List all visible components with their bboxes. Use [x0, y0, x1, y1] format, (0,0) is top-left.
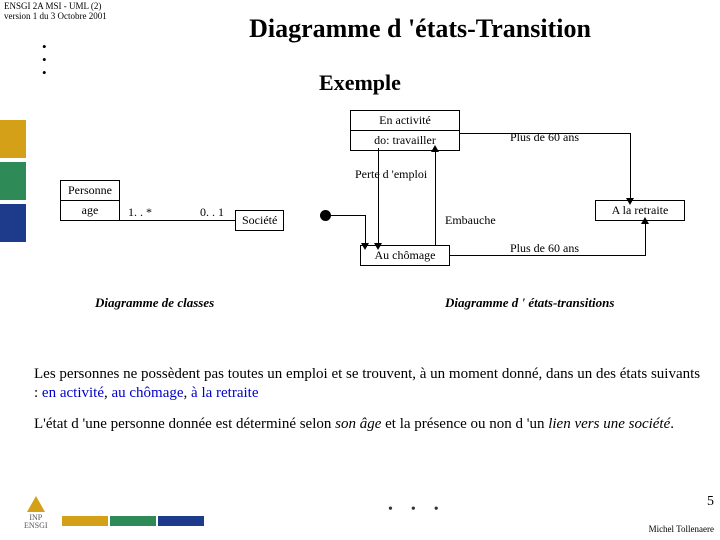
init-line-h — [331, 215, 366, 216]
author-name: Michel Tollenaere — [649, 524, 714, 534]
bar-gold — [0, 120, 26, 158]
p2-d: lien vers une société — [548, 416, 670, 432]
p1-e: , — [184, 385, 192, 401]
class-societe: Société — [235, 210, 284, 231]
label-perte: Perte d 'emploi — [355, 167, 427, 182]
mult-left: 1. . * — [128, 205, 152, 220]
bar-green — [0, 162, 26, 200]
diagram-area: Personne age Société 1. . * 0. . 1 En ac… — [50, 105, 700, 345]
header-meta: ENSGI 2A MSI - UML (2) version 1 du 3 Oc… — [4, 2, 107, 22]
page-subtitle: Exemple — [0, 70, 720, 96]
perte-arrow — [374, 243, 382, 250]
class-personne-name: Personne — [61, 181, 119, 201]
fbar-green — [110, 516, 156, 526]
footer-dots: ••• — [388, 502, 457, 518]
footer-bars — [62, 516, 204, 526]
p2-b: son âge — [335, 416, 381, 432]
fbar-gold — [62, 516, 108, 526]
caption-classes: Diagramme de classes — [95, 295, 214, 311]
init-line-v — [365, 215, 366, 245]
bar-blue — [0, 204, 26, 242]
state-activite: En activité do: travailler — [350, 110, 460, 151]
init-arrow — [361, 243, 369, 250]
class-personne: Personne age — [60, 180, 120, 221]
paragraph-2: L'état d 'une personne donnée est déterm… — [34, 415, 702, 434]
state-activite-name: En activité — [351, 111, 459, 131]
meta-line2: version 1 du 3 Octobre 2001 — [4, 12, 107, 22]
perte-line — [378, 148, 379, 245]
p1-f: à la retraite — [191, 385, 258, 401]
logo-inp: INPENSGI — [24, 496, 48, 530]
p2-a: L'état d 'une personne donnée est déterm… — [34, 416, 335, 432]
embauche-arrow — [431, 145, 439, 152]
left-color-bars — [0, 120, 26, 246]
label-plus60-bot: Plus de 60 ans — [510, 241, 579, 256]
mult-right: 0. . 1 — [200, 205, 224, 220]
page-number: 5 — [707, 494, 714, 510]
paragraph-1: Les personnes ne possèdent pas toutes un… — [34, 365, 702, 403]
top60-arrow — [626, 198, 634, 205]
state-retraite: A la retraite — [595, 200, 685, 221]
initial-state-icon — [320, 210, 331, 221]
top60-line-v — [630, 133, 631, 200]
embauche-line — [435, 148, 436, 245]
p1-d: au chômage — [111, 385, 183, 401]
logo-triangle-icon — [27, 496, 45, 512]
p1-b: en activité — [42, 385, 104, 401]
bot60-line-v — [645, 220, 646, 256]
bot60-arrow — [641, 217, 649, 224]
fbar-blue — [158, 516, 204, 526]
caption-states: Diagramme d ' états-transitions — [445, 295, 614, 311]
label-plus60-top: Plus de 60 ans — [510, 130, 579, 145]
class-personne-attr: age — [61, 201, 119, 220]
p2-e: . — [670, 416, 674, 432]
state-activite-do: do: travailler — [351, 131, 459, 150]
label-embauche: Embauche — [445, 213, 496, 228]
assoc-line — [120, 220, 235, 221]
p2-c: et la présence ou non d 'un — [381, 416, 548, 432]
page-title: Diagramme d 'états-Transition — [140, 14, 700, 44]
